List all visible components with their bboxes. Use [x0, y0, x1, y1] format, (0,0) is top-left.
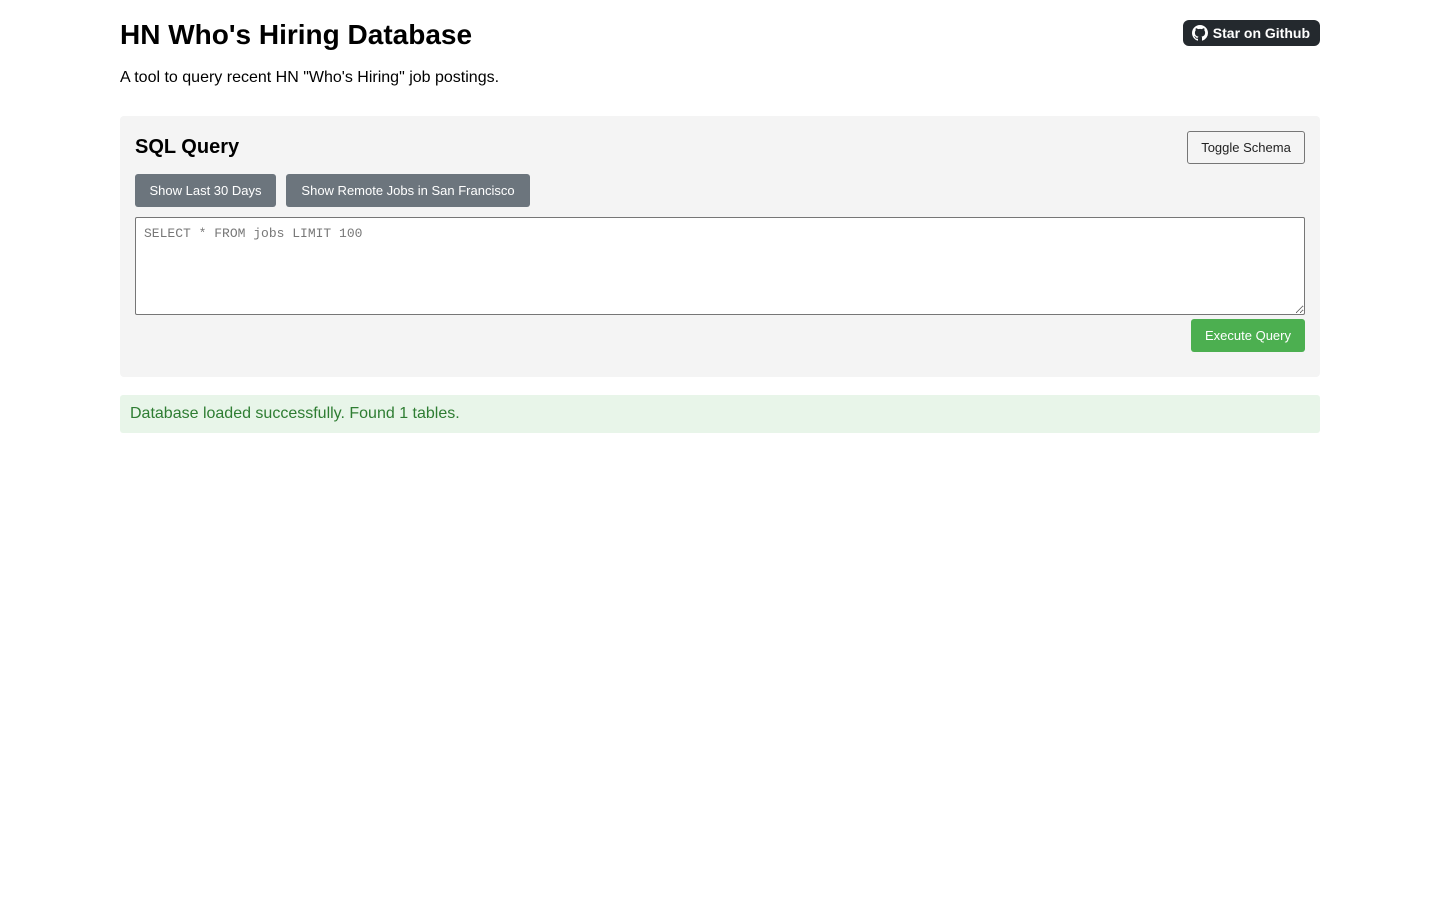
execute-query-button[interactable]: Execute Query: [1191, 319, 1305, 352]
status-message: Database loaded successfully. Found 1 ta…: [120, 395, 1320, 433]
page-title: HN Who's Hiring Database: [120, 19, 473, 50]
show-last-30-days-button[interactable]: Show Last 30 Days: [135, 174, 276, 207]
sql-query-input[interactable]: [135, 217, 1305, 315]
show-remote-jobs-sf-button[interactable]: Show Remote Jobs in San Francisco: [286, 174, 530, 207]
github-button-label: Star on Github: [1212, 25, 1310, 41]
sql-query-heading: SQL Query: [135, 136, 240, 158]
star-on-github-button[interactable]: Star on Github: [1182, 20, 1320, 46]
sql-query-panel: SQL Query Toggle Schema Show Last 30 Day…: [120, 116, 1320, 377]
toggle-schema-button[interactable]: Toggle Schema: [1187, 131, 1305, 164]
page-subtitle: A tool to query recent HN "Who's Hiring"…: [120, 69, 500, 86]
github-icon: [1191, 25, 1208, 41]
